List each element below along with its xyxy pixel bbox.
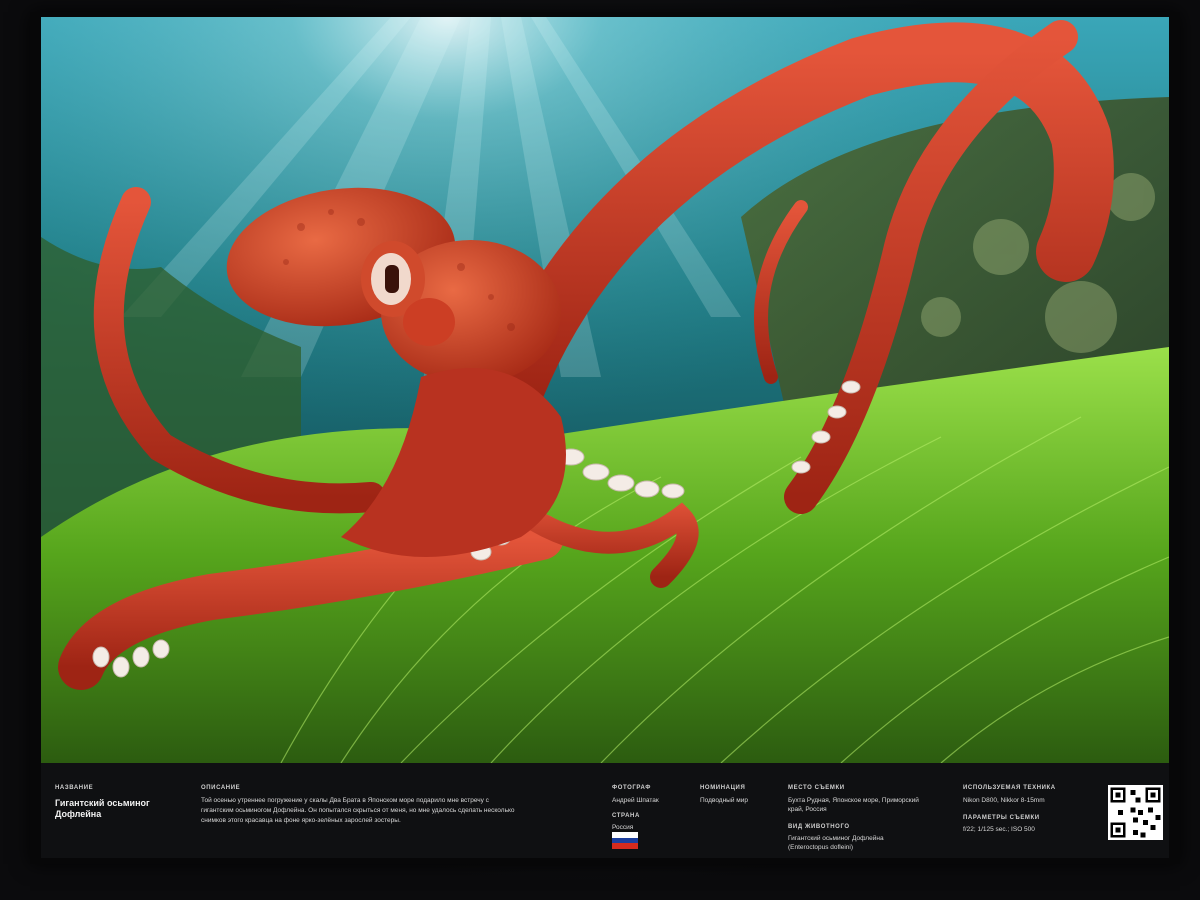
title-label: НАЗВАНИЕ	[55, 785, 94, 791]
equipment-label: ИСПОЛЬЗУЕМАЯ ТЕХНИКА	[963, 785, 1056, 791]
octopus-photograph	[41, 17, 1169, 763]
location-label: МЕСТО СЪЕМКИ	[788, 785, 845, 791]
russia-flag-icon	[612, 832, 638, 849]
species-label: ВИД ЖИВОТНОГО	[788, 824, 850, 830]
description-label: ОПИСАНИЕ	[201, 785, 241, 791]
species-line2: (Enteroctopus dofleini)	[788, 844, 854, 851]
photographer-name: Андрей Шпатак	[612, 797, 659, 804]
settings-value: f/22; 1/125 sec.; ISO 500	[963, 826, 1035, 833]
qr-code-icon[interactable]	[1108, 785, 1163, 840]
photographer-label: ФОТОГРАФ	[612, 785, 651, 791]
caption-panel: НАЗВАНИЕ Гигантский осьминог Дофлейна ОП…	[41, 763, 1169, 858]
artwork-title-line1: Гигантский осьминог	[55, 798, 150, 808]
country-label: СТРАНА	[612, 813, 640, 819]
description-line2: гигантским осьминогом Дофлейна. Он попыт…	[201, 807, 515, 814]
nomination-label: НОМИНАЦИЯ	[700, 785, 746, 791]
nomination-name: Подводный мир	[700, 797, 748, 804]
description-line3: снимков этого красавца на фоне ярко-зелё…	[201, 817, 401, 824]
location-line2: край, Россия	[788, 806, 827, 813]
equipment-value: Nikon D800, Nikkor 8-15mm	[963, 797, 1045, 804]
description-line1: Той осенью утреннее погружение у скалы Д…	[201, 797, 489, 804]
settings-label: ПАРАМЕТРЫ СЪЕМКИ	[963, 815, 1040, 821]
artwork-title-line2: Дофлейна	[55, 809, 102, 819]
